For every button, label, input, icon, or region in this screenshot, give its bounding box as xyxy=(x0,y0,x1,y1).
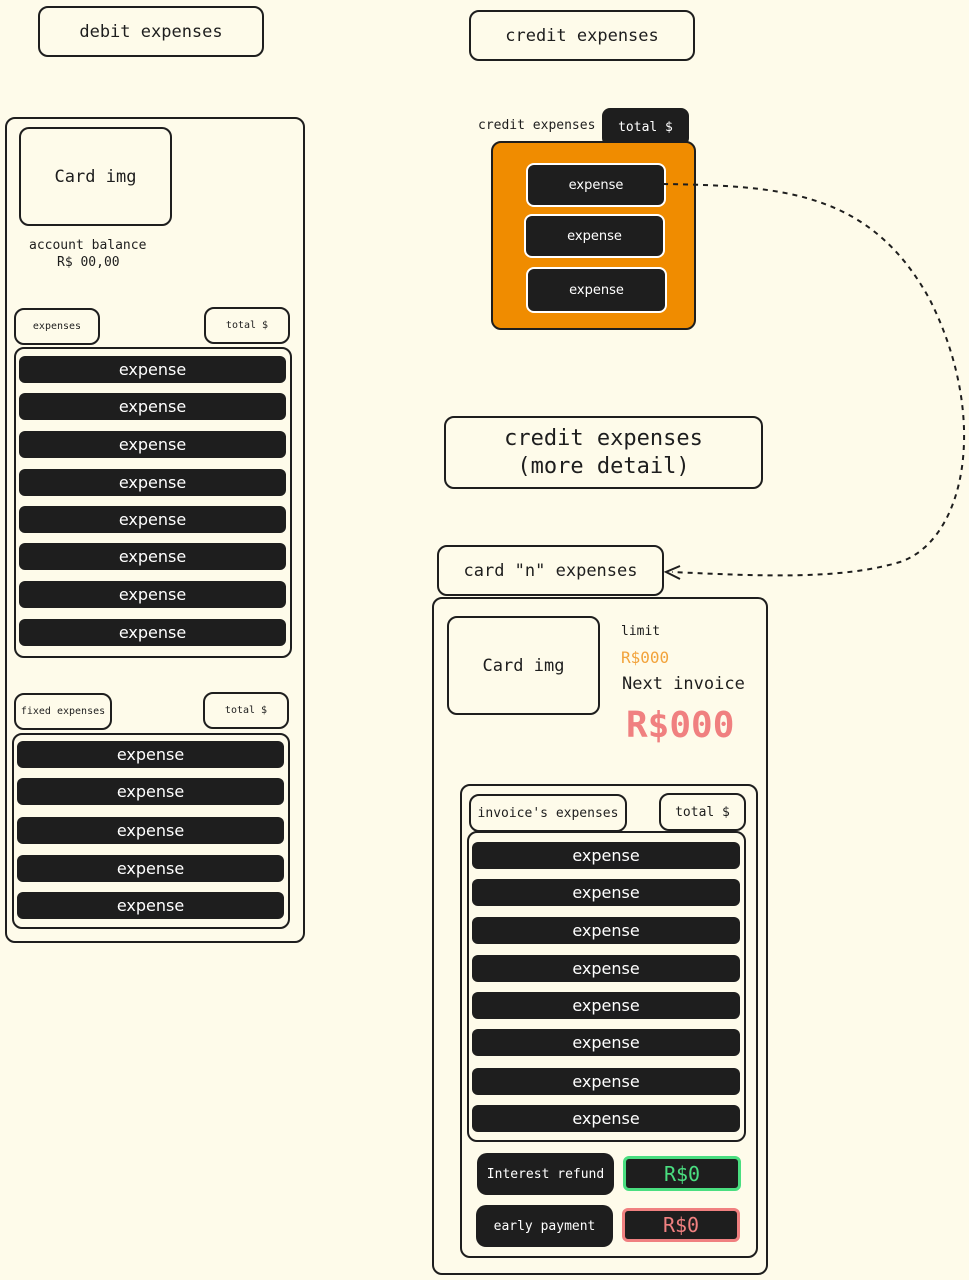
invoice-expense-item[interactable]: expense xyxy=(472,992,740,1019)
invoice-expense-item[interactable]: expense xyxy=(472,917,740,944)
account-balance-value: R$ 00,00 xyxy=(57,255,120,270)
expense-item-label: expense xyxy=(572,883,640,902)
fixed-expense-item[interactable]: expense xyxy=(17,855,284,882)
next-invoice-value: R$000 xyxy=(626,705,735,746)
early-payment-value: R$0 xyxy=(622,1208,740,1242)
next-invoice-label: Next invoice xyxy=(622,674,745,694)
expense-item[interactable]: expense xyxy=(19,506,286,533)
expense-item-label: expense xyxy=(116,821,185,840)
invoice-expenses-label-text: invoice's expenses xyxy=(477,805,619,821)
credit-title-text: credit expenses xyxy=(505,25,659,46)
invoice-expense-item[interactable]: expense xyxy=(472,1068,740,1095)
debit-card-image: Card img xyxy=(19,127,172,226)
expense-item[interactable]: expense xyxy=(19,619,286,646)
expense-item-label: expense xyxy=(118,473,187,492)
early-payment-value-text: R$0 xyxy=(662,1213,700,1237)
debit-expenses-total-text: total $ xyxy=(225,320,269,331)
invoice-expenses-list: expense expense expense expense expense … xyxy=(467,831,746,1142)
expense-item-label: expense xyxy=(116,745,185,764)
fixed-expenses-label: fixed expenses xyxy=(14,693,112,730)
expense-item-label: expense xyxy=(116,782,185,801)
invoice-expense-item[interactable]: expense xyxy=(472,1105,740,1132)
limit-value: R$000 xyxy=(621,648,670,667)
expense-item-label: expense xyxy=(572,996,640,1015)
connector-arrow-head xyxy=(663,565,681,580)
expense-item[interactable]: expense xyxy=(19,469,286,496)
expense-item-label: expense xyxy=(567,228,622,244)
fixed-expenses-label-text: fixed expenses xyxy=(20,706,106,717)
early-payment-label: early payment xyxy=(493,1218,596,1234)
invoice-expense-item[interactable]: expense xyxy=(472,879,740,906)
debit-card-image-text: Card img xyxy=(54,166,137,187)
detail-title: credit expenses (more detail) xyxy=(444,416,763,489)
card-n-title: card "n" expenses xyxy=(437,545,664,596)
credit-expense-item[interactable]: expense xyxy=(526,163,666,207)
expense-item[interactable]: expense xyxy=(19,356,286,383)
limit-label: limit xyxy=(621,624,661,639)
interest-refund-label: Interest refund xyxy=(486,1166,605,1182)
invoice-expenses-label: invoice's expenses xyxy=(469,794,627,832)
debit-title-text: debit expenses xyxy=(79,21,223,42)
fixed-expenses-total-text: total $ xyxy=(224,705,268,716)
expense-item-label: expense xyxy=(572,1109,640,1128)
expense-item-label: expense xyxy=(118,623,187,642)
fixed-expense-item[interactable]: expense xyxy=(17,741,284,768)
invoice-total: total $ xyxy=(659,793,746,831)
detail-card-image-text: Card img xyxy=(482,655,565,676)
detail-card-image: Card img xyxy=(447,616,600,715)
interest-refund-button[interactable]: Interest refund xyxy=(477,1153,614,1195)
interest-refund-value-text: R$0 xyxy=(663,1161,701,1186)
fixed-expense-item[interactable]: expense xyxy=(17,817,284,844)
expense-item-label: expense xyxy=(116,859,185,878)
expense-item-label: expense xyxy=(118,360,187,379)
credit-group-total-text: total $ xyxy=(618,119,673,135)
fixed-expense-item[interactable]: expense xyxy=(17,892,284,919)
detail-title-line1: credit expenses xyxy=(504,425,703,451)
debit-expenses-total: total $ xyxy=(204,307,290,344)
expense-item-label: expense xyxy=(572,1072,640,1091)
credit-expense-item[interactable]: expense xyxy=(524,214,665,258)
credit-group-panel: expense expense expense xyxy=(491,141,696,330)
debit-title: debit expenses xyxy=(38,6,264,57)
interest-refund-value: R$0 xyxy=(623,1156,741,1191)
fixed-expenses-list: expense expense expense expense expense xyxy=(12,733,290,929)
debit-expenses-label: expenses xyxy=(14,308,100,345)
invoice-expense-item[interactable]: expense xyxy=(472,842,740,869)
invoice-expense-item[interactable]: expense xyxy=(472,1029,740,1056)
expense-item-label: expense xyxy=(118,547,187,566)
expense-item[interactable]: expense xyxy=(19,393,286,420)
account-balance-label: account balance xyxy=(29,238,147,253)
detail-title-line2: (more detail) xyxy=(517,453,690,479)
invoice-expense-item[interactable]: expense xyxy=(472,955,740,982)
credit-title: credit expenses xyxy=(469,10,695,61)
expense-item-label: expense xyxy=(118,397,187,416)
early-payment-button[interactable]: early payment xyxy=(476,1205,613,1247)
expense-item-label: expense xyxy=(118,435,187,454)
expense-item[interactable]: expense xyxy=(19,543,286,570)
debit-expenses-label-text: expenses xyxy=(32,321,82,332)
fixed-expense-item[interactable]: expense xyxy=(17,778,284,805)
expense-item-label: expense xyxy=(118,510,187,529)
expense-item-label: expense xyxy=(572,921,640,940)
connector-arrow-line xyxy=(662,183,965,577)
expense-item-label: expense xyxy=(572,846,640,865)
expense-item[interactable]: expense xyxy=(19,431,286,458)
credit-group-label: credit expenses xyxy=(478,118,596,133)
credit-expense-item[interactable]: expense xyxy=(526,267,667,313)
expense-item-label: expense xyxy=(568,177,624,193)
debit-expenses-list: expense expense expense expense expense … xyxy=(14,347,292,658)
expense-item-label: expense xyxy=(572,959,640,978)
invoice-total-text: total $ xyxy=(675,804,730,820)
expense-item-label: expense xyxy=(569,282,624,298)
expense-item-label: expense xyxy=(118,585,187,604)
expense-item[interactable]: expense xyxy=(19,581,286,608)
expense-item-label: expense xyxy=(116,896,185,915)
card-n-title-text: card "n" expenses xyxy=(463,560,638,581)
expense-item-label: expense xyxy=(572,1033,640,1052)
fixed-expenses-total: total $ xyxy=(203,692,289,729)
